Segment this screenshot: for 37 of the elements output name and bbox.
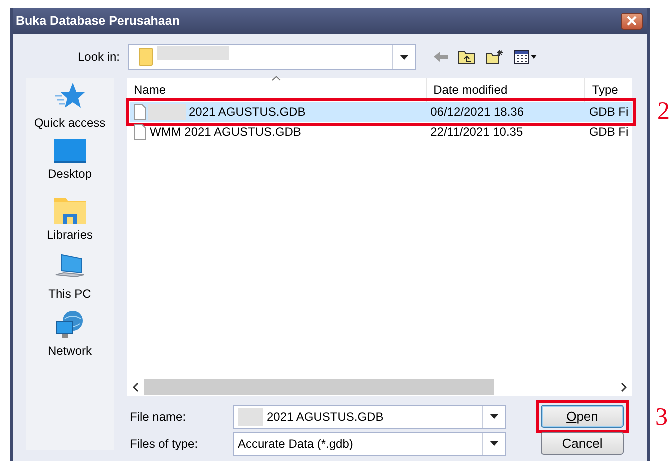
file-name: WMM 2021 AGUSTUS.GDB — [150, 125, 302, 139]
file-icon — [134, 124, 146, 140]
window-title: Buka Database Perusahaan — [16, 14, 180, 28]
file-row[interactable]: WMM 2021 AGUSTUS.GDB 22/11/2021 10.35 GDB Fi — [130, 122, 632, 142]
close-button[interactable] — [621, 12, 643, 30]
file-type: GDB Fi — [589, 125, 629, 139]
file-name-label: File name: — [129, 410, 188, 424]
look-in-label: Look in: — [76, 50, 121, 64]
up-folder-icon[interactable] — [458, 49, 476, 65]
place-item[interactable]: Desktop — [48, 139, 92, 196]
date-modified: 06/12/2021 18.36 — [430, 105, 524, 119]
close-icon — [626, 16, 638, 26]
file-name-field[interactable]: 2021 AGUSTUS.GDB — [233, 404, 506, 428]
sort-caret-icon — [272, 76, 282, 81]
file-type: GDB Fi — [589, 105, 629, 119]
dialog-button[interactable]: Open — [541, 405, 624, 428]
folder-icon — [139, 48, 153, 66]
monitor-icon — [54, 139, 86, 163]
place-item[interactable]: Network — [48, 310, 92, 367]
place-item[interactable]: Quick access — [34, 82, 106, 139]
dialog-button[interactable]: Cancel — [541, 432, 624, 455]
place-item[interactable]: Libraries — [46, 196, 94, 253]
folder-icon — [54, 196, 86, 224]
new-folder-icon[interactable] — [486, 49, 504, 65]
file-type-dropdown[interactable]: Accurate Data (*.gdb) — [233, 432, 506, 456]
place-item[interactable]: This PC — [48, 253, 92, 310]
annotation-number: 3 — [656, 405, 668, 430]
network-globe-icon — [54, 310, 86, 340]
file-name: 2021 AGUSTUS.GDB — [189, 105, 306, 119]
column-header[interactable]: Type — [585, 78, 632, 102]
file-type-label: Files of type: — [129, 436, 200, 450]
file-icon — [134, 104, 146, 120]
view-menu-icon[interactable] — [514, 50, 538, 64]
scroll-thumb[interactable] — [144, 379, 494, 395]
horizontal-scrollbar[interactable] — [127, 378, 632, 396]
date-modified: 22/11/2021 10.35 — [430, 125, 524, 139]
annotation-number: 2 — [658, 99, 670, 124]
